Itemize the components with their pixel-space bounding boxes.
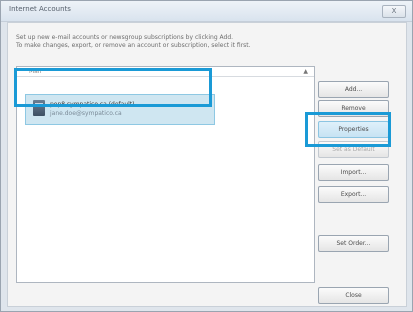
window-title: Internet Accounts [9, 5, 71, 13]
import-button[interactable]: Import... [318, 164, 389, 181]
add-button[interactable]: Add... [318, 81, 389, 98]
title-bar: Internet Accounts X [1, 1, 412, 22]
intro-line-2: To make changes, export, or remove an ac… [16, 42, 251, 49]
properties-highlight [305, 112, 391, 147]
export-button[interactable]: Export... [318, 186, 389, 203]
account-highlight [14, 68, 212, 107]
intro-line-1: Set up new e-mail accounts or newsgroup … [16, 34, 234, 41]
internet-accounts-dialog: Internet Accounts X Set up new e-mail ac… [0, 0, 413, 312]
close-window-button[interactable]: X [382, 5, 406, 18]
sort-arrow-icon: ▲ [303, 68, 308, 75]
account-email: jane.doe@sympatico.ca [50, 110, 122, 117]
dialog-body: Set up new e-mail accounts or newsgroup … [7, 22, 407, 307]
intro-text: Set up new e-mail accounts or newsgroup … [16, 34, 316, 50]
close-button[interactable]: Close [318, 287, 389, 304]
set-order-button[interactable]: Set Order... [318, 235, 389, 252]
